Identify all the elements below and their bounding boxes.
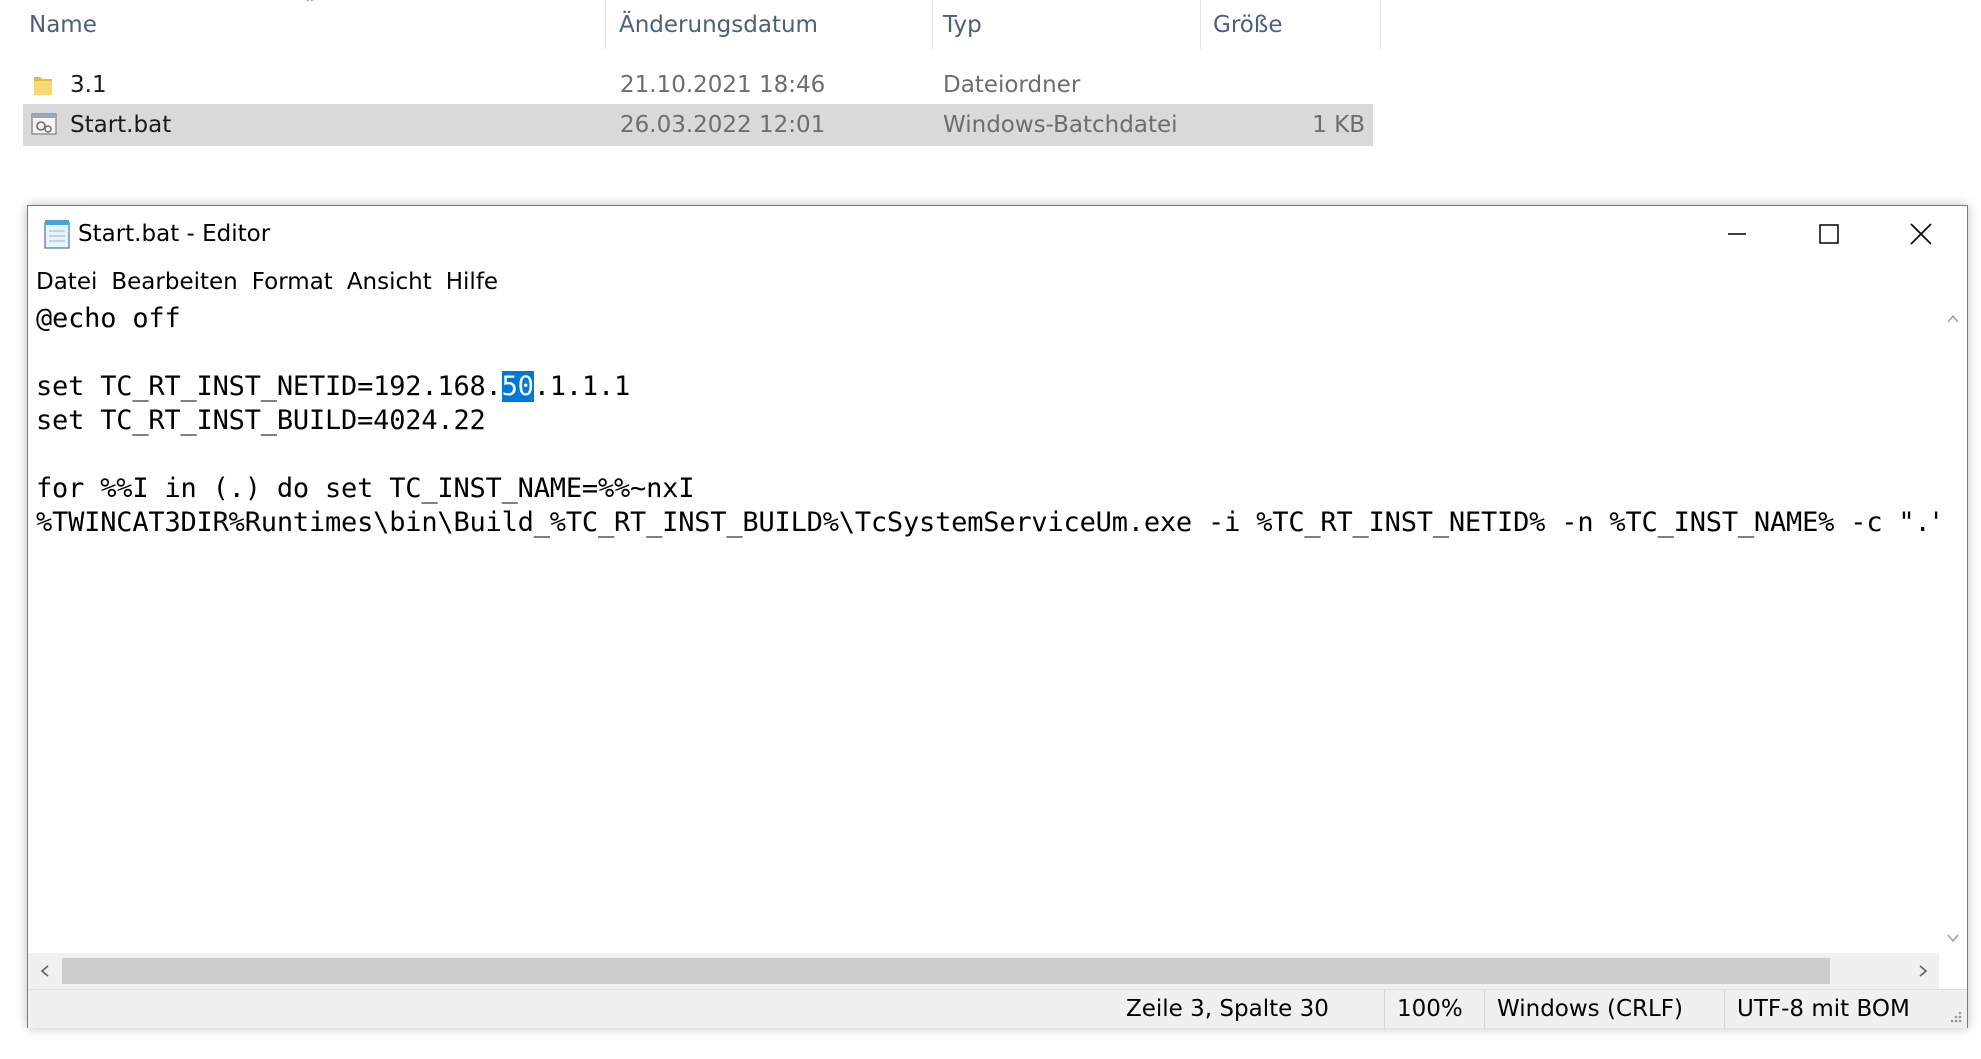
text-selection: 50 (501, 371, 534, 402)
column-separator[interactable] (605, 0, 606, 50)
status-line-ending: Windows (CRLF) (1484, 990, 1683, 1029)
close-icon (1910, 223, 1932, 245)
notepad-icon (44, 220, 70, 249)
scroll-right-icon[interactable] (1916, 964, 1930, 978)
file-name: 3.1 (70, 72, 107, 98)
vertical-scrollbar[interactable] (1939, 302, 1967, 953)
sort-caret-icon: ⌃ (304, 0, 316, 12)
column-header-size[interactable]: Größe (1213, 0, 1282, 50)
code-line-1: @echo off (36, 303, 181, 334)
file-date: 26.03.2022 12:01 (620, 112, 826, 138)
code-line-3-before: set TC_RT_INST_NETID=192.168. (36, 371, 502, 402)
file-date: 21.10.2021 18:46 (620, 72, 826, 98)
code-line-3-after: .1.1.1 (533, 371, 631, 402)
scroll-down-icon[interactable] (1946, 931, 1960, 945)
scroll-left-icon[interactable] (38, 964, 52, 978)
column-separator[interactable] (932, 0, 933, 50)
horizontal-scrollbar[interactable] (28, 953, 1940, 989)
code-line-4: set TC_RT_INST_BUILD=4024.22 (36, 405, 486, 436)
maximize-button[interactable] (1783, 206, 1875, 262)
menu-format[interactable]: Format (245, 262, 340, 302)
file-explorer: ⌃ Name Änderungsdatum Typ Größe 3.1 21.1… (0, 0, 1981, 180)
close-button[interactable] (1875, 206, 1967, 262)
folder-icon (34, 77, 52, 95)
status-cursor-position: Zeile 3, Spalte 30 (1126, 996, 1329, 1022)
column-header-name[interactable]: Name (29, 0, 97, 50)
code-line-6: for %%I in (.) do set TC_INST_NAME=%%~nx… (36, 473, 695, 504)
column-header-date[interactable]: Änderungsdatum (619, 0, 818, 50)
file-size: 1 KB (1312, 112, 1365, 138)
menu-bearbeiten[interactable]: Bearbeiten (104, 262, 244, 302)
file-type: Dateiordner (943, 72, 1081, 98)
scrollbar-corner (1939, 953, 1967, 989)
file-type: Windows-Batchdatei (943, 112, 1178, 138)
menu-bar: Datei Bearbeiten Format Ansicht Hilfe (28, 262, 1967, 302)
status-bar: Zeile 3, Spalte 30 100% Windows (CRLF) U… (28, 989, 1967, 1029)
horizontal-scroll-thumb[interactable] (62, 958, 1830, 984)
maximize-icon (1819, 224, 1839, 244)
status-zoom: 100% (1384, 990, 1463, 1029)
notepad-window: Start.bat - Editor Datei Bearbeiten Form… (27, 205, 1968, 1029)
menu-datei[interactable]: Datei (28, 262, 104, 302)
scroll-up-icon[interactable] (1946, 312, 1960, 326)
title-bar[interactable]: Start.bat - Editor (28, 206, 1967, 262)
column-separator[interactable] (1380, 0, 1381, 50)
batch-file-icon (31, 113, 57, 135)
minimize-icon (1728, 233, 1746, 235)
minimize-button[interactable] (1691, 206, 1783, 262)
file-row-folder[interactable]: 3.1 21.10.2021 18:46 Dateiordner (23, 64, 1373, 106)
resize-grip-icon[interactable] (1947, 1008, 1963, 1024)
column-separator[interactable] (1200, 0, 1201, 50)
file-name: Start.bat (70, 112, 172, 138)
text-editor-area[interactable]: @echo off set TC_RT_INST_NETID=192.168.5… (28, 302, 1940, 953)
editor-content[interactable]: @echo off set TC_RT_INST_NETID=192.168.5… (28, 302, 1940, 540)
code-line-7: %TWINCAT3DIR%Runtimes\bin\Build_%TC_RT_I… (36, 507, 1940, 538)
column-header-type[interactable]: Typ (943, 0, 982, 50)
window-title: Start.bat - Editor (78, 221, 271, 247)
menu-hilfe[interactable]: Hilfe (439, 262, 505, 302)
file-row-selected[interactable]: Start.bat 26.03.2022 12:01 Windows-Batch… (23, 104, 1373, 146)
status-encoding: UTF-8 mit BOM (1724, 990, 1910, 1029)
menu-ansicht[interactable]: Ansicht (340, 262, 439, 302)
